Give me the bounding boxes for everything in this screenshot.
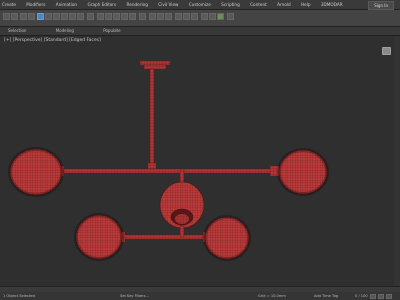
right-globe bbox=[277, 148, 329, 196]
menu-3dmodar[interactable]: 3DMODAR bbox=[321, 0, 343, 9]
play-icon[interactable] bbox=[370, 293, 376, 299]
unlink-icon[interactable] bbox=[28, 13, 35, 20]
material-editor-icon[interactable] bbox=[191, 13, 198, 20]
curve-editor-icon[interactable] bbox=[175, 13, 182, 20]
mirror-icon[interactable] bbox=[149, 13, 156, 20]
menu-help[interactable]: Help bbox=[301, 0, 311, 9]
menu-graph-editors[interactable]: Graph Editors bbox=[87, 0, 116, 9]
ribbon-tab-populate[interactable]: Populate bbox=[103, 27, 120, 35]
lower-arm bbox=[114, 234, 216, 240]
menu-civil-view[interactable]: Civil View bbox=[158, 0, 178, 9]
menu-rendering[interactable]: Rendering bbox=[127, 0, 148, 9]
vertical-rod bbox=[149, 68, 155, 165]
left-globe bbox=[8, 147, 64, 197]
menu-scripting[interactable]: Scripting bbox=[221, 0, 240, 9]
status-filters[interactable]: Set Key Filters... bbox=[120, 292, 149, 300]
right-panel-strip bbox=[394, 36, 400, 286]
select-icon[interactable] bbox=[37, 13, 44, 20]
render-icon[interactable] bbox=[217, 13, 224, 20]
ribbon-tabs: Selection Modeling Populate bbox=[0, 27, 400, 36]
align-icon[interactable] bbox=[157, 13, 164, 20]
status-grid: Grid = 10.0mm bbox=[258, 294, 286, 298]
menu-customize[interactable]: Customize bbox=[189, 0, 211, 9]
last-frame-icon[interactable] bbox=[386, 293, 392, 299]
frame-counter: 0 / 100 bbox=[355, 294, 368, 298]
scale-icon[interactable] bbox=[77, 13, 84, 20]
status-selection: 1 Object Selected bbox=[3, 294, 35, 298]
add-time-tag[interactable]: Add Time Tag bbox=[314, 292, 338, 300]
next-frame-icon[interactable] bbox=[378, 293, 384, 299]
schematic-icon[interactable] bbox=[183, 13, 190, 20]
menu-modifiers[interactable]: Modifiers bbox=[26, 0, 45, 9]
snap-icon[interactable] bbox=[105, 13, 112, 20]
undo-icon[interactable] bbox=[3, 13, 10, 20]
select-by-name-icon[interactable] bbox=[53, 13, 60, 20]
spinner-snap-icon[interactable] bbox=[129, 13, 136, 20]
named-selection-icon[interactable] bbox=[139, 13, 146, 20]
lower-left-globe bbox=[74, 213, 124, 261]
center-globe bbox=[159, 181, 205, 229]
menu-bar: Create Modifiers Animation Graph Editors… bbox=[0, 0, 400, 10]
ceiling-canopy bbox=[139, 60, 171, 70]
percent-snap-icon[interactable] bbox=[121, 13, 128, 20]
ribbon-tab-modeling[interactable]: Modeling bbox=[56, 27, 74, 35]
ribbon-tab-selection[interactable]: Selection bbox=[8, 27, 26, 35]
teapot-icon[interactable] bbox=[227, 13, 234, 20]
center-stem bbox=[179, 168, 185, 184]
sign-in-button[interactable]: Sign In bbox=[368, 1, 394, 10]
main-toolbar bbox=[0, 10, 400, 27]
upper-arm bbox=[54, 168, 289, 174]
status-bar: 1 Object Selected Set Key Filters... Gri… bbox=[0, 292, 400, 300]
menu-create[interactable]: Create bbox=[2, 0, 16, 9]
chandelier-model[interactable] bbox=[0, 36, 394, 286]
select-region-icon[interactable] bbox=[45, 13, 52, 20]
link-icon[interactable] bbox=[20, 13, 27, 20]
menu-arnold[interactable]: Arnold bbox=[277, 0, 291, 9]
lower-right-globe bbox=[203, 215, 251, 261]
rotate-icon[interactable] bbox=[69, 13, 76, 20]
render-frame-icon[interactable] bbox=[209, 13, 216, 20]
render-setup-icon[interactable] bbox=[201, 13, 208, 20]
reference-coord-icon[interactable] bbox=[87, 13, 94, 20]
pivot-icon[interactable] bbox=[97, 13, 104, 20]
redo-icon[interactable] bbox=[11, 13, 18, 20]
menu-items: Create Modifiers Animation Graph Editors… bbox=[2, 0, 352, 9]
menu-content[interactable]: Content bbox=[250, 0, 267, 9]
move-icon[interactable] bbox=[61, 13, 68, 20]
viewcube-icon[interactable] bbox=[382, 47, 391, 55]
menu-animation[interactable]: Animation bbox=[56, 0, 77, 9]
rod-joint bbox=[147, 162, 157, 170]
layer-icon[interactable] bbox=[165, 13, 172, 20]
lower-stem bbox=[179, 225, 185, 238]
angle-snap-icon[interactable] bbox=[113, 13, 120, 20]
